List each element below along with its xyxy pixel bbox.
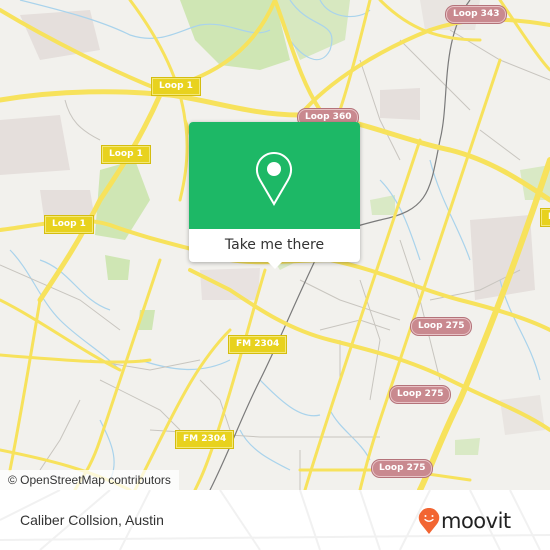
road-label-fm-2304-south: FM 2304 <box>176 431 234 448</box>
place-name: Caliber Collsion, Austin <box>20 512 164 528</box>
take-me-there-button[interactable]: Take me there <box>189 229 360 262</box>
road-label-loop-275-center: Loop 275 <box>390 386 451 403</box>
popup-pointer <box>267 261 283 269</box>
location-popup[interactable]: Take me there <box>189 122 360 269</box>
osm-attribution[interactable]: © OpenStreetMap contributors <box>0 470 179 490</box>
road-label-interstate-partial: I <box>541 209 550 226</box>
road-label-loop-1-south: Loop 1 <box>45 216 93 233</box>
moovit-wordmark: moovit <box>441 509 511 533</box>
footer-bar: Caliber Collsion, Austin moovit <box>0 490 550 550</box>
road-label-loop-275-south: Loop 275 <box>372 460 433 477</box>
road-label-loop-275-north: Loop 275 <box>411 318 472 335</box>
road-label-loop-1-center: Loop 1 <box>102 146 150 163</box>
popup-header <box>189 122 360 229</box>
location-pin-icon <box>256 152 292 206</box>
moovit-logo[interactable]: moovit <box>418 507 511 535</box>
moovit-smiley-pin-icon <box>418 508 440 534</box>
road-label-loop-343: Loop 343 <box>446 6 507 23</box>
road-label-fm-2304-north: FM 2304 <box>229 336 287 353</box>
map-view[interactable]: Loop 1 Loop 1 Loop 1 Loop 360 Loop 343 F… <box>0 0 550 490</box>
road-label-loop-1-north: Loop 1 <box>152 78 200 95</box>
